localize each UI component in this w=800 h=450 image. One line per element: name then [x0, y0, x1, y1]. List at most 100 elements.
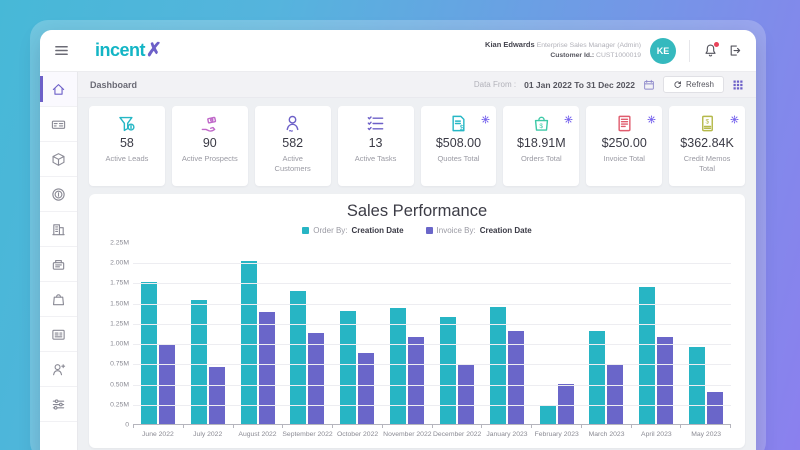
coin-icon: [51, 187, 66, 202]
svg-text:$: $: [705, 119, 709, 126]
gear-icon[interactable]: [647, 111, 656, 129]
hand-money-icon: [200, 114, 219, 133]
kpi-label: Orders Total: [521, 154, 562, 164]
bar-group-june-2022: [141, 243, 175, 424]
sidebar-item-prospects[interactable]: [40, 352, 77, 387]
y-tick-label: 1.75M: [110, 280, 129, 287]
notifications-bell-icon[interactable]: [703, 43, 718, 58]
bar-invoice-by-september-2022[interactable]: [308, 333, 324, 424]
x-tick-label: January 2023: [482, 428, 532, 438]
y-tick-label: 0.50M: [110, 381, 129, 388]
calendar-icon[interactable]: [643, 79, 655, 91]
bar-order-by-february-2023[interactable]: [540, 405, 556, 424]
gridline: [133, 324, 731, 325]
kpi-card-active-customers[interactable]: 582Active Customers: [255, 106, 331, 186]
bar-group-january-2023: [490, 243, 524, 424]
bar-order-by-october-2022[interactable]: [340, 311, 356, 424]
bar-invoice-by-april-2023[interactable]: [657, 337, 673, 424]
refresh-icon: [673, 80, 682, 89]
data-from-label: Data From :: [474, 80, 516, 89]
notification-dot: [714, 42, 719, 47]
x-tick-label: June 2022: [133, 428, 183, 438]
avatar[interactable]: KE: [650, 38, 676, 64]
y-tick-label: 1.00M: [110, 341, 129, 348]
svg-text:$: $: [539, 123, 543, 130]
funnel-icon: [117, 114, 136, 133]
sidebar-item-invoices[interactable]: [40, 317, 77, 352]
refresh-button[interactable]: Refresh: [663, 76, 724, 93]
x-tick-label: October 2022: [333, 428, 383, 438]
bar-group-december-2022: [440, 243, 474, 424]
bar-order-by-november-2022[interactable]: [390, 308, 406, 424]
kpi-card-active-leads[interactable]: 58Active Leads: [89, 106, 165, 186]
bar-invoice-by-may-2023[interactable]: [707, 392, 723, 424]
y-tick-label: 1.25M: [110, 320, 129, 327]
bar-order-by-august-2022[interactable]: [241, 261, 257, 424]
bar-invoice-by-july-2022[interactable]: [209, 367, 225, 424]
y-tick-label: 1.50M: [110, 300, 129, 307]
bar-invoice-by-november-2022[interactable]: [408, 337, 424, 424]
hamburger-menu-icon[interactable]: [54, 43, 69, 58]
kpi-value: 90: [203, 136, 217, 150]
sidebar-item-sales[interactable]: [40, 247, 77, 282]
legend-item[interactable]: Invoice By: Creation Date: [426, 226, 532, 235]
x-tick-label: February 2023: [532, 428, 582, 438]
app-window: incent✗ Kian Edwards Enterprise Sales Ma…: [40, 30, 756, 450]
logout-icon[interactable]: [727, 43, 742, 58]
gear-icon[interactable]: [730, 111, 739, 129]
kpi-card-credit-memos-total[interactable]: $$362.84KCredit Memos Total: [669, 106, 745, 186]
top-header: incent✗ Kian Edwards Enterprise Sales Ma…: [40, 30, 756, 72]
bar-group-may-2023: [689, 243, 723, 424]
quote-doc-icon: $: [449, 114, 468, 133]
bar-group-february-2023: [540, 243, 574, 424]
sidebar-item-companies[interactable]: [40, 212, 77, 247]
chart-legend: Order By: Creation Date Invoice By: Creat…: [103, 226, 731, 235]
bar-group-april-2023: [639, 243, 673, 424]
kpi-label: Invoice Total: [603, 154, 645, 164]
gridline: [133, 385, 731, 386]
legend-swatch: [302, 227, 309, 234]
bar-group-september-2022: [290, 243, 324, 424]
invoice-card-icon: [51, 327, 66, 342]
credit-memo-icon: $: [698, 114, 717, 133]
kpi-card-invoice-total[interactable]: $250.00Invoice Total: [586, 106, 662, 186]
logo-text: incent: [95, 40, 145, 60]
x-tick-label: March 2023: [582, 428, 632, 438]
date-range-value[interactable]: 01 Jan 2022 To 31 Dec 2022: [524, 80, 635, 90]
bar-invoice-by-december-2022[interactable]: [458, 365, 474, 424]
page-title: Dashboard: [90, 80, 137, 90]
bar-group-october-2022: [340, 243, 374, 424]
sidebar-item-home[interactable]: [40, 72, 77, 107]
sidebar-item-settings[interactable]: [40, 387, 77, 422]
bar-group-november-2022: [390, 243, 424, 424]
bar-order-by-december-2022[interactable]: [440, 317, 456, 424]
bar-invoice-by-march-2023[interactable]: [607, 364, 623, 424]
customer-id-value: CUST1000019: [596, 52, 641, 59]
sidebar-item-crm[interactable]: [40, 107, 77, 142]
kpi-value: 58: [120, 136, 134, 150]
kpi-card-quotes-total[interactable]: $$508.00Quotes Total: [421, 106, 497, 186]
kpi-value: $362.84K: [680, 136, 734, 150]
gear-icon[interactable]: [564, 111, 573, 129]
bar-order-by-april-2023[interactable]: [639, 287, 655, 425]
kpi-label: Active Prospects: [182, 154, 238, 164]
widget-grid-icon[interactable]: [732, 79, 744, 91]
kpi-value: 582: [282, 136, 303, 150]
package-icon: [51, 152, 66, 167]
sidebar-item-pricing[interactable]: [40, 177, 77, 212]
building-icon: [51, 222, 66, 237]
legend-prefix: Order By:: [313, 226, 347, 235]
customer-id-label: Customer Id.:: [550, 52, 594, 59]
gridline: [133, 344, 731, 345]
legend-item[interactable]: Order By: Creation Date: [302, 226, 403, 235]
kpi-card-orders-total[interactable]: $$18.91MOrders Total: [503, 106, 579, 186]
kpi-card-active-tasks[interactable]: 13Active Tasks: [338, 106, 414, 186]
sidebar-item-orders[interactable]: [40, 282, 77, 317]
bar-order-by-may-2023[interactable]: [689, 347, 705, 424]
kpi-card-active-prospects[interactable]: 90 Active Prospects: [172, 106, 248, 186]
page-header-bar: Dashboard Data From : 01 Jan 2022 To 31 …: [78, 72, 756, 98]
bar-invoice-by-august-2022[interactable]: [259, 312, 275, 424]
sidebar-item-products[interactable]: [40, 142, 77, 177]
gear-icon[interactable]: [481, 111, 490, 129]
x-tick-label: April 2023: [631, 428, 681, 438]
